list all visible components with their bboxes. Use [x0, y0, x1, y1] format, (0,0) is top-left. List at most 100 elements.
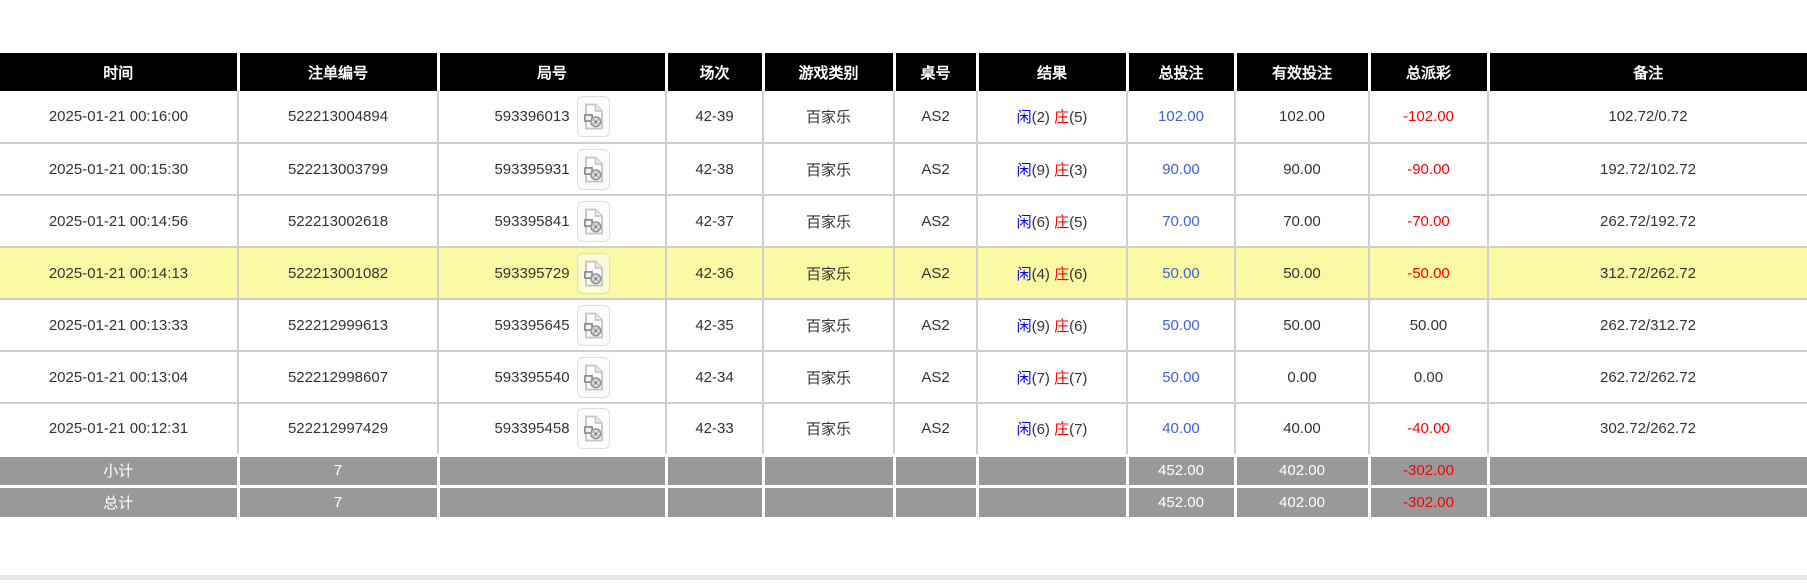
subtotal-row: 小计 7 452.00 402.00 -302.00 — [0, 453, 1807, 486]
grandtotal-cell-table-no — [894, 484, 979, 517]
cell-payout: -40.00 — [1368, 402, 1489, 456]
header-row: 时间 注单编号 局号 场次 游戏类别 桌号 结果 总投注 有效投注 总派彩 备注 — [0, 53, 1807, 91]
video-file-icon[interactable] — [576, 148, 610, 190]
column-header-total-bet: 总投注 — [1127, 53, 1237, 91]
cell-valid-bet: 50.00 — [1234, 298, 1370, 352]
table-row[interactable]: 2025-01-21 00:13:33 522212999613 593395645… — [0, 298, 1807, 352]
cell-time: 2025-01-21 00:15:30 — [0, 142, 239, 196]
cell-payout: 0.00 — [1368, 350, 1489, 404]
cell-table-no: AS2 — [893, 142, 978, 196]
round-id-text: 593395540 — [494, 368, 570, 386]
video-file-icon[interactable] — [576, 356, 610, 398]
round-id-text: 593395645 — [494, 316, 570, 334]
column-header-valid-bet: 有效投注 — [1235, 53, 1371, 91]
cell-remark: 102.72/0.72 — [1487, 91, 1807, 144]
grandtotal-cell-result — [977, 484, 1129, 517]
cell-valid-bet: 40.00 — [1234, 402, 1370, 456]
result-banker-label: 庄 — [1054, 317, 1070, 335]
column-header-game-type: 游戏类别 — [763, 53, 896, 91]
cell-time: 2025-01-21 00:14:56 — [0, 194, 239, 248]
subtotal-cell-game-type — [763, 453, 896, 486]
cell-total-bet[interactable]: 50.00 — [1126, 246, 1236, 300]
result-player-score: (6) — [1031, 421, 1055, 439]
column-header-time: 时间 — [0, 53, 240, 91]
table-row[interactable]: 2025-01-21 00:12:31 522212997429 593395458… — [0, 402, 1807, 456]
grandtotal-cell-game-type — [763, 484, 896, 517]
page-container: 时间 注单编号 局号 场次 游戏类别 桌号 结果 总投注 有效投注 总派彩 备注 2025-01-2… — [0, 0, 1807, 517]
round-id-text: 593395841 — [494, 212, 570, 230]
cell-result: 闲(6) 庄(5) — [976, 194, 1128, 248]
records-tbody: 2025-01-21 00:16:00 522213004894 593396013… — [0, 91, 1807, 456]
table-row[interactable]: 2025-01-21 00:14:56 522213002618 593395841… — [0, 194, 1807, 248]
grandtotal-cell-payout: -302.00 — [1369, 484, 1490, 517]
table-row[interactable]: 2025-01-21 00:16:00 522213004894 593396013… — [0, 91, 1807, 144]
result-player-score: (9) — [1031, 161, 1055, 179]
video-file-icon[interactable] — [576, 96, 610, 137]
result-banker-score: (5) — [1069, 213, 1088, 231]
subtotal-cell-table-no — [894, 453, 979, 486]
result-player-label: 闲 — [1016, 109, 1032, 126]
cell-round-id: 593395841 — [437, 194, 667, 248]
cell-table-no: AS2 — [893, 402, 978, 456]
cell-time: 2025-01-21 00:12:31 — [0, 402, 239, 456]
cell-bet-id: 522213003799 — [237, 142, 439, 196]
records-table: 时间 注单编号 局号 场次 游戏类别 桌号 结果 总投注 有效投注 总派彩 备注 2025-01-2… — [0, 53, 1807, 517]
grandtotal-cell-remark — [1488, 484, 1807, 517]
table-row[interactable]: 2025-01-21 00:14:13 522213001082 593395729… — [0, 246, 1807, 300]
table-row[interactable]: 2025-01-21 00:15:30 522213003799 593395931… — [0, 142, 1807, 196]
subtotal-cell-session — [666, 453, 765, 486]
cell-time: 2025-01-21 00:13:04 — [0, 350, 239, 404]
cell-total-bet[interactable]: 70.00 — [1126, 194, 1236, 248]
cell-valid-bet: 0.00 — [1234, 350, 1370, 404]
column-header-result: 结果 — [977, 53, 1129, 91]
video-file-icon[interactable] — [576, 304, 610, 346]
result-player-score: (4) — [1031, 265, 1055, 283]
subtotal-cell-total-bet: 452.00 — [1127, 453, 1237, 486]
subtotal-cell-payout: -302.00 — [1369, 453, 1490, 486]
subtotal-cell-valid-bet: 402.00 — [1235, 453, 1371, 486]
cell-remark: 262.72/192.72 — [1487, 194, 1807, 248]
result-banker-score: (5) — [1069, 109, 1088, 126]
column-header-round-id: 局号 — [438, 53, 668, 91]
result-banker-score: (7) — [1069, 369, 1088, 387]
cell-total-bet[interactable]: 102.00 — [1126, 91, 1236, 144]
grandtotal-cell-valid-bet: 402.00 — [1235, 484, 1371, 517]
result-player-score: (2) — [1031, 109, 1055, 126]
cell-time: 2025-01-21 00:14:13 — [0, 246, 239, 300]
cell-session: 42-33 — [665, 402, 764, 456]
result-player-label: 闲 — [1016, 421, 1032, 439]
cell-game-type: 百家乐 — [762, 402, 895, 456]
cell-result: 闲(2) 庄(5) — [976, 91, 1128, 144]
result-player-label: 闲 — [1016, 161, 1032, 179]
cell-game-type: 百家乐 — [762, 194, 895, 248]
video-file-icon[interactable] — [576, 200, 610, 242]
result-banker-label: 庄 — [1054, 213, 1070, 231]
cell-bet-id: 522213004894 — [237, 91, 439, 144]
cell-payout: 50.00 — [1368, 298, 1489, 352]
cell-total-bet[interactable]: 50.00 — [1126, 298, 1236, 352]
cell-payout: -70.00 — [1368, 194, 1489, 248]
cell-payout: -90.00 — [1368, 142, 1489, 196]
cell-valid-bet: 102.00 — [1234, 91, 1370, 144]
cell-round-id: 593395458 — [437, 402, 667, 456]
video-file-icon[interactable] — [576, 408, 610, 450]
grandtotal-cell-session — [666, 484, 765, 517]
result-banker-label: 庄 — [1054, 161, 1070, 179]
cell-total-bet[interactable]: 40.00 — [1126, 402, 1236, 456]
cell-total-bet[interactable]: 90.00 — [1126, 142, 1236, 196]
cell-result: 闲(7) 庄(7) — [976, 350, 1128, 404]
cell-game-type: 百家乐 — [762, 142, 895, 196]
cell-remark: 262.72/262.72 — [1487, 350, 1807, 404]
cell-remark: 312.72/262.72 — [1487, 246, 1807, 300]
cell-total-bet[interactable]: 50.00 — [1126, 350, 1236, 404]
cell-valid-bet: 50.00 — [1234, 246, 1370, 300]
grandtotal-cell-bet-id: 7 — [238, 484, 440, 517]
cell-result: 闲(9) 庄(6) — [976, 298, 1128, 352]
records-tfoot: 小计 7 452.00 402.00 -302.00 总计 7 452.00 402.00 -30… — [0, 453, 1807, 517]
video-file-icon[interactable] — [576, 252, 610, 294]
result-player-label: 闲 — [1016, 265, 1032, 283]
cell-session: 42-38 — [665, 142, 764, 196]
column-header-payout: 总派彩 — [1369, 53, 1490, 91]
cell-result: 闲(4) 庄(6) — [976, 246, 1128, 300]
table-row[interactable]: 2025-01-21 00:13:04 522212998607 593395540… — [0, 350, 1807, 404]
